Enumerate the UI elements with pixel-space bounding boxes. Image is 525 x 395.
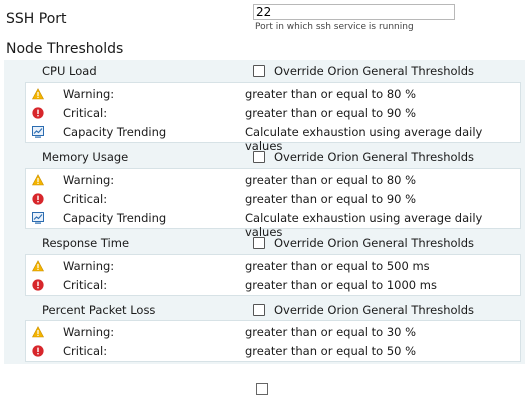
cpu-trend-label: Capacity Trending	[63, 125, 167, 139]
cpu-override-label: Override Orion General Thresholds	[274, 64, 475, 78]
cpu-override-checkbox[interactable]	[253, 65, 265, 77]
packet-loss-critical-row: Critical: greater than or equal to 50 %	[26, 342, 520, 361]
critical-circle-icon	[32, 279, 44, 291]
response-warning-row: Warning: greater than or equal to 500 ms	[26, 257, 520, 276]
warning-triangle-icon	[32, 174, 44, 186]
cpu-critical-value: greater than or equal to 90 %	[245, 106, 417, 120]
cpu-warning-value: greater than or equal to 80 %	[245, 87, 417, 101]
response-override-checkbox[interactable]	[253, 237, 265, 249]
packet-loss-warning-value: greater than or equal to 30 %	[245, 325, 417, 339]
memory-warning-row: Warning: greater than or equal to 80 %	[26, 171, 520, 190]
capacity-trend-icon	[32, 126, 44, 138]
critical-circle-icon	[32, 193, 44, 205]
cpu-critical-label: Critical:	[63, 106, 108, 120]
response-time-title: Response Time	[42, 236, 130, 250]
response-thresholds-box: Warning: greater than or equal to 500 ms…	[25, 254, 521, 296]
warning-triangle-icon	[32, 326, 44, 338]
memory-trend-row: Capacity Trending Calculate exhaustion u…	[26, 209, 520, 239]
packet-loss-override-label: Override Orion General Thresholds	[274, 303, 475, 317]
warning-triangle-icon	[32, 260, 44, 272]
memory-critical-label: Critical:	[63, 192, 108, 206]
cpu-trend-row: Capacity Trending Calculate exhaustion u…	[26, 123, 520, 153]
critical-circle-icon	[32, 107, 44, 119]
packet-loss-warning-row: Warning: greater than or equal to 30 %	[26, 323, 520, 342]
memory-trend-label: Capacity Trending	[63, 211, 167, 225]
packet-loss-title: Percent Packet Loss	[42, 303, 156, 317]
packet-loss-override-option[interactable]: Override Orion General Thresholds	[253, 303, 474, 317]
memory-warning-value: greater than or equal to 80 %	[245, 173, 417, 187]
cpu-override-option[interactable]: Override Orion General Thresholds	[253, 64, 474, 78]
memory-trend-value: Calculate exhaustion using average daily…	[245, 211, 483, 239]
memory-override-option[interactable]: Override Orion General Thresholds	[253, 150, 474, 164]
packet-loss-critical-label: Critical:	[63, 344, 108, 358]
ssh-port-label: SSH Port	[6, 11, 67, 27]
cpu-warning-label: Warning:	[63, 87, 115, 101]
next-option-checkbox[interactable]	[256, 383, 268, 395]
node-thresholds-title: Node Thresholds	[6, 41, 124, 57]
cpu-critical-row: Critical: greater than or equal to 90 %	[26, 104, 520, 123]
packet-loss-override-checkbox[interactable]	[253, 304, 265, 316]
response-override-label: Override Orion General Thresholds	[274, 236, 475, 250]
response-override-option[interactable]: Override Orion General Thresholds	[253, 236, 474, 250]
packet-loss-thresholds-box: Warning: greater than or equal to 30 % C…	[25, 320, 521, 362]
cpu-trend-value: Calculate exhaustion using average daily…	[245, 125, 483, 153]
cpu-load-title: CPU Load	[42, 64, 97, 78]
memory-critical-value: greater than or equal to 90 %	[245, 192, 417, 206]
cpu-warning-row: Warning: greater than or equal to 80 %	[26, 85, 520, 104]
capacity-trend-icon	[32, 212, 44, 224]
ssh-port-help: Port in which ssh service is running	[255, 22, 414, 32]
memory-usage-title: Memory Usage	[42, 150, 129, 164]
cpu-thresholds-box: Warning: greater than or equal to 80 % C…	[25, 82, 521, 153]
warning-triangle-icon	[32, 88, 44, 100]
response-warning-label: Warning:	[63, 259, 115, 273]
memory-override-label: Override Orion General Thresholds	[274, 150, 475, 164]
response-warning-value: greater than or equal to 500 ms	[245, 259, 430, 273]
response-critical-value: greater than or equal to 1000 ms	[245, 278, 437, 292]
response-critical-label: Critical:	[63, 278, 108, 292]
packet-loss-warning-label: Warning:	[63, 325, 115, 339]
memory-thresholds-box: Warning: greater than or equal to 80 % C…	[25, 168, 521, 239]
memory-override-checkbox[interactable]	[253, 151, 265, 163]
packet-loss-critical-value: greater than or equal to 50 %	[245, 344, 417, 358]
memory-critical-row: Critical: greater than or equal to 90 %	[26, 190, 520, 209]
critical-circle-icon	[32, 345, 44, 357]
ssh-port-input[interactable]	[253, 4, 455, 20]
memory-warning-label: Warning:	[63, 173, 115, 187]
response-critical-row: Critical: greater than or equal to 1000 …	[26, 276, 520, 295]
